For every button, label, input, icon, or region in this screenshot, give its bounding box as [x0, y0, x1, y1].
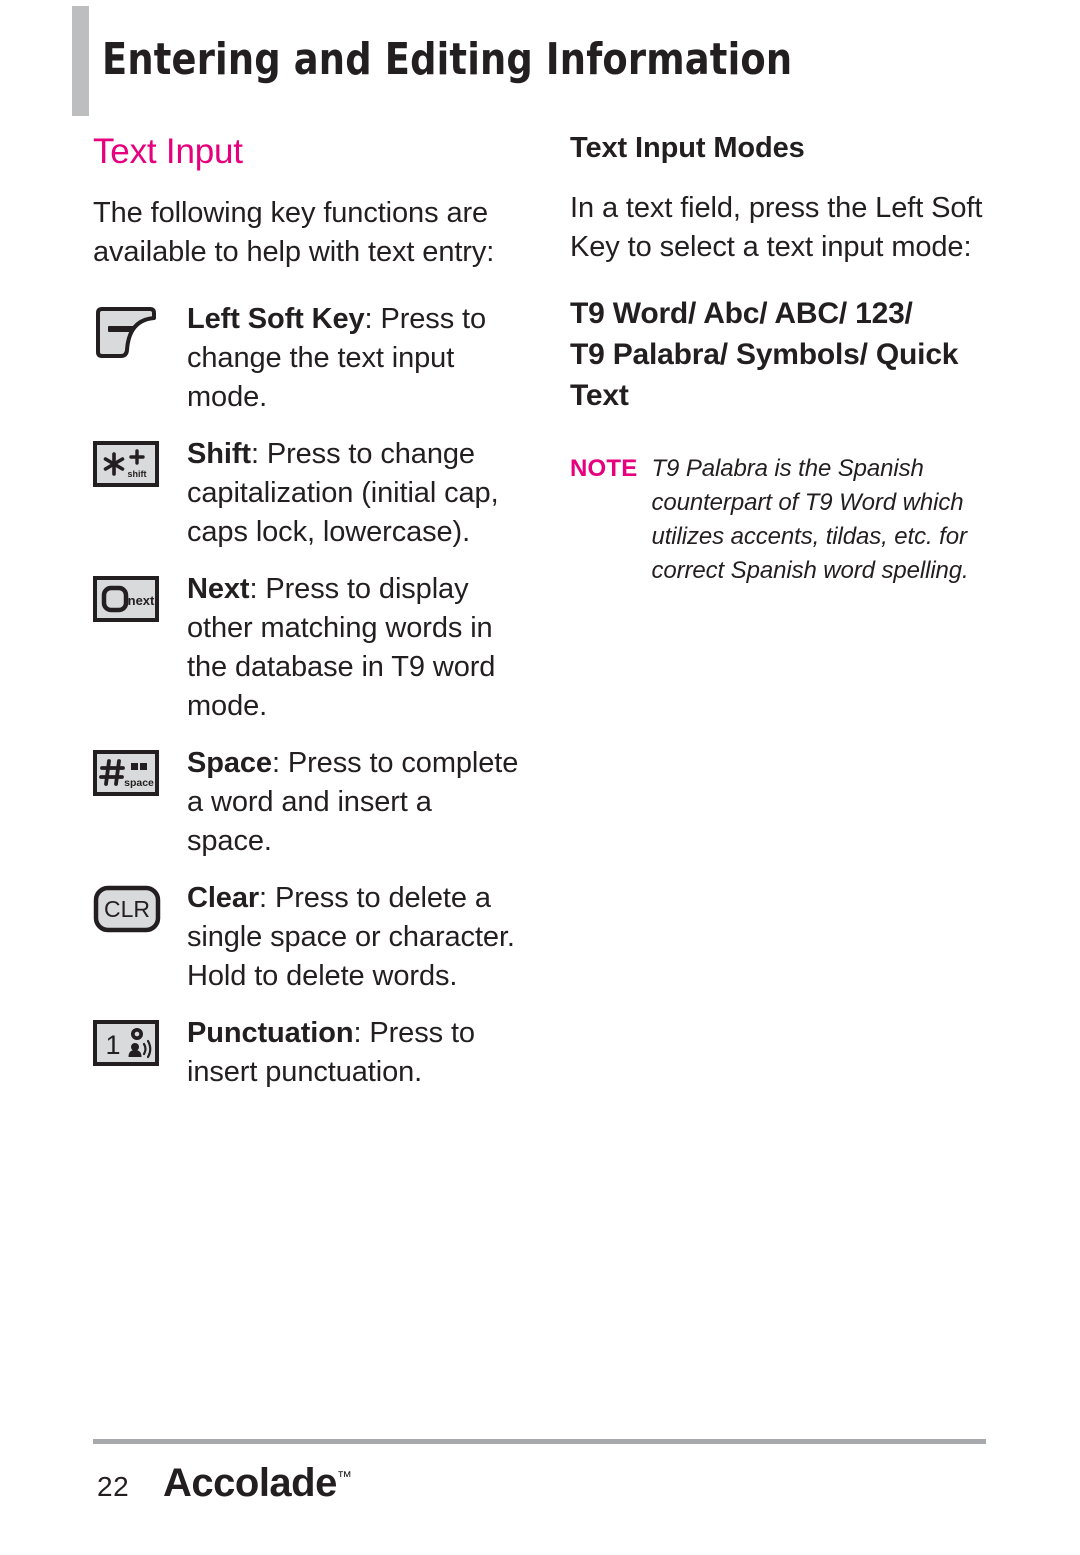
space-key-glyph: space	[93, 750, 159, 796]
space-hash-key-icon: space	[93, 744, 187, 796]
header-accent-bar	[72, 6, 89, 116]
punctuation-digit: 1	[105, 1030, 120, 1060]
next-key-icon: next	[93, 570, 187, 622]
key-label: Clear	[187, 882, 260, 914]
note-text: T9 Palabra is the Spanish counterpart of…	[651, 455, 969, 584]
list-item: shift Shift: Press to change capitalizat…	[93, 435, 523, 552]
left-soft-key-icon	[93, 300, 187, 360]
shift-caption: shift	[128, 469, 147, 479]
left-column: Text Input The following key functions a…	[93, 132, 523, 1110]
key-description: Shift: Press to change capitalization (i…	[187, 435, 523, 552]
key-description: Punctuation: Press to insert punctuation…	[187, 1014, 523, 1092]
key-function-list: Left Soft Key: Press to change the text …	[93, 300, 523, 1092]
clear-key-icon: CLR	[93, 879, 187, 933]
list-item: next Next: Press to display other matchi…	[93, 570, 523, 726]
key-description: Space: Press to complete a word and inse…	[187, 744, 523, 861]
input-modes-line-1: T9 Word/ Abc/ ABC/ 123/	[570, 297, 913, 330]
list-item: space Space: Press to complete a word an…	[93, 744, 523, 861]
key-label: Left Soft Key	[187, 303, 365, 335]
clear-key-glyph: CLR	[93, 885, 161, 933]
key-label: Shift	[187, 438, 251, 470]
shift-star-key-icon: shift	[93, 435, 187, 487]
input-modes-list: T9 Word/ Abc/ ABC/ 123/ T9 Palabra/ Symb…	[570, 293, 1000, 416]
next-caption: next	[128, 593, 155, 608]
page-footer: 22 Accolade™	[0, 1425, 1080, 1555]
note-block: NOTE T9 Palabra is the Spanish counterpa…	[570, 452, 1000, 588]
next-key-glyph: next	[93, 576, 159, 622]
page-header: Entering and Editing Information	[0, 0, 1080, 120]
left-soft-key-glyph	[96, 307, 156, 358]
punctuation-key-glyph: 1	[93, 1020, 159, 1066]
trademark-symbol: ™	[336, 1468, 352, 1486]
list-item: CLR Clear: Press to delete a single spac…	[93, 879, 523, 996]
brand-name: Accolade	[163, 1461, 337, 1505]
key-description: Left Soft Key: Press to change the text …	[187, 300, 523, 417]
page-number: 22	[97, 1471, 130, 1502]
space-caption: space	[124, 777, 154, 789]
footer-divider	[93, 1439, 986, 1444]
key-label: Next	[187, 573, 250, 605]
right-column: Text Input Modes In a text field, press …	[570, 132, 1000, 588]
brand-logo: Accolade™	[163, 1461, 352, 1506]
shift-key-glyph: shift	[93, 441, 159, 487]
section-heading-text-input-modes: Text Input Modes	[570, 132, 805, 164]
key-label: Punctuation	[187, 1017, 354, 1049]
key-description: Next: Press to display other matching wo…	[187, 570, 523, 726]
note-label: NOTE	[570, 455, 638, 482]
section-heading-text-input: Text Input	[93, 132, 243, 171]
key-description: Clear: Press to delete a single space or…	[187, 879, 523, 996]
right-column-intro: In a text field, press the Left Soft Key…	[570, 192, 983, 263]
list-item: 1 Punctuation: Press to insert punctuati…	[93, 1014, 523, 1092]
punctuation-one-key-icon: 1	[93, 1014, 187, 1066]
clear-caption: CLR	[104, 896, 150, 922]
input-modes-line-2: T9 Palabra/ Symbols/ Quick Text	[570, 338, 959, 412]
page-title: Entering and Editing Information	[102, 34, 793, 85]
left-column-intro: The following key functions are availabl…	[93, 197, 495, 268]
list-item: Left Soft Key: Press to change the text …	[93, 300, 523, 417]
key-label: Space	[187, 747, 272, 779]
